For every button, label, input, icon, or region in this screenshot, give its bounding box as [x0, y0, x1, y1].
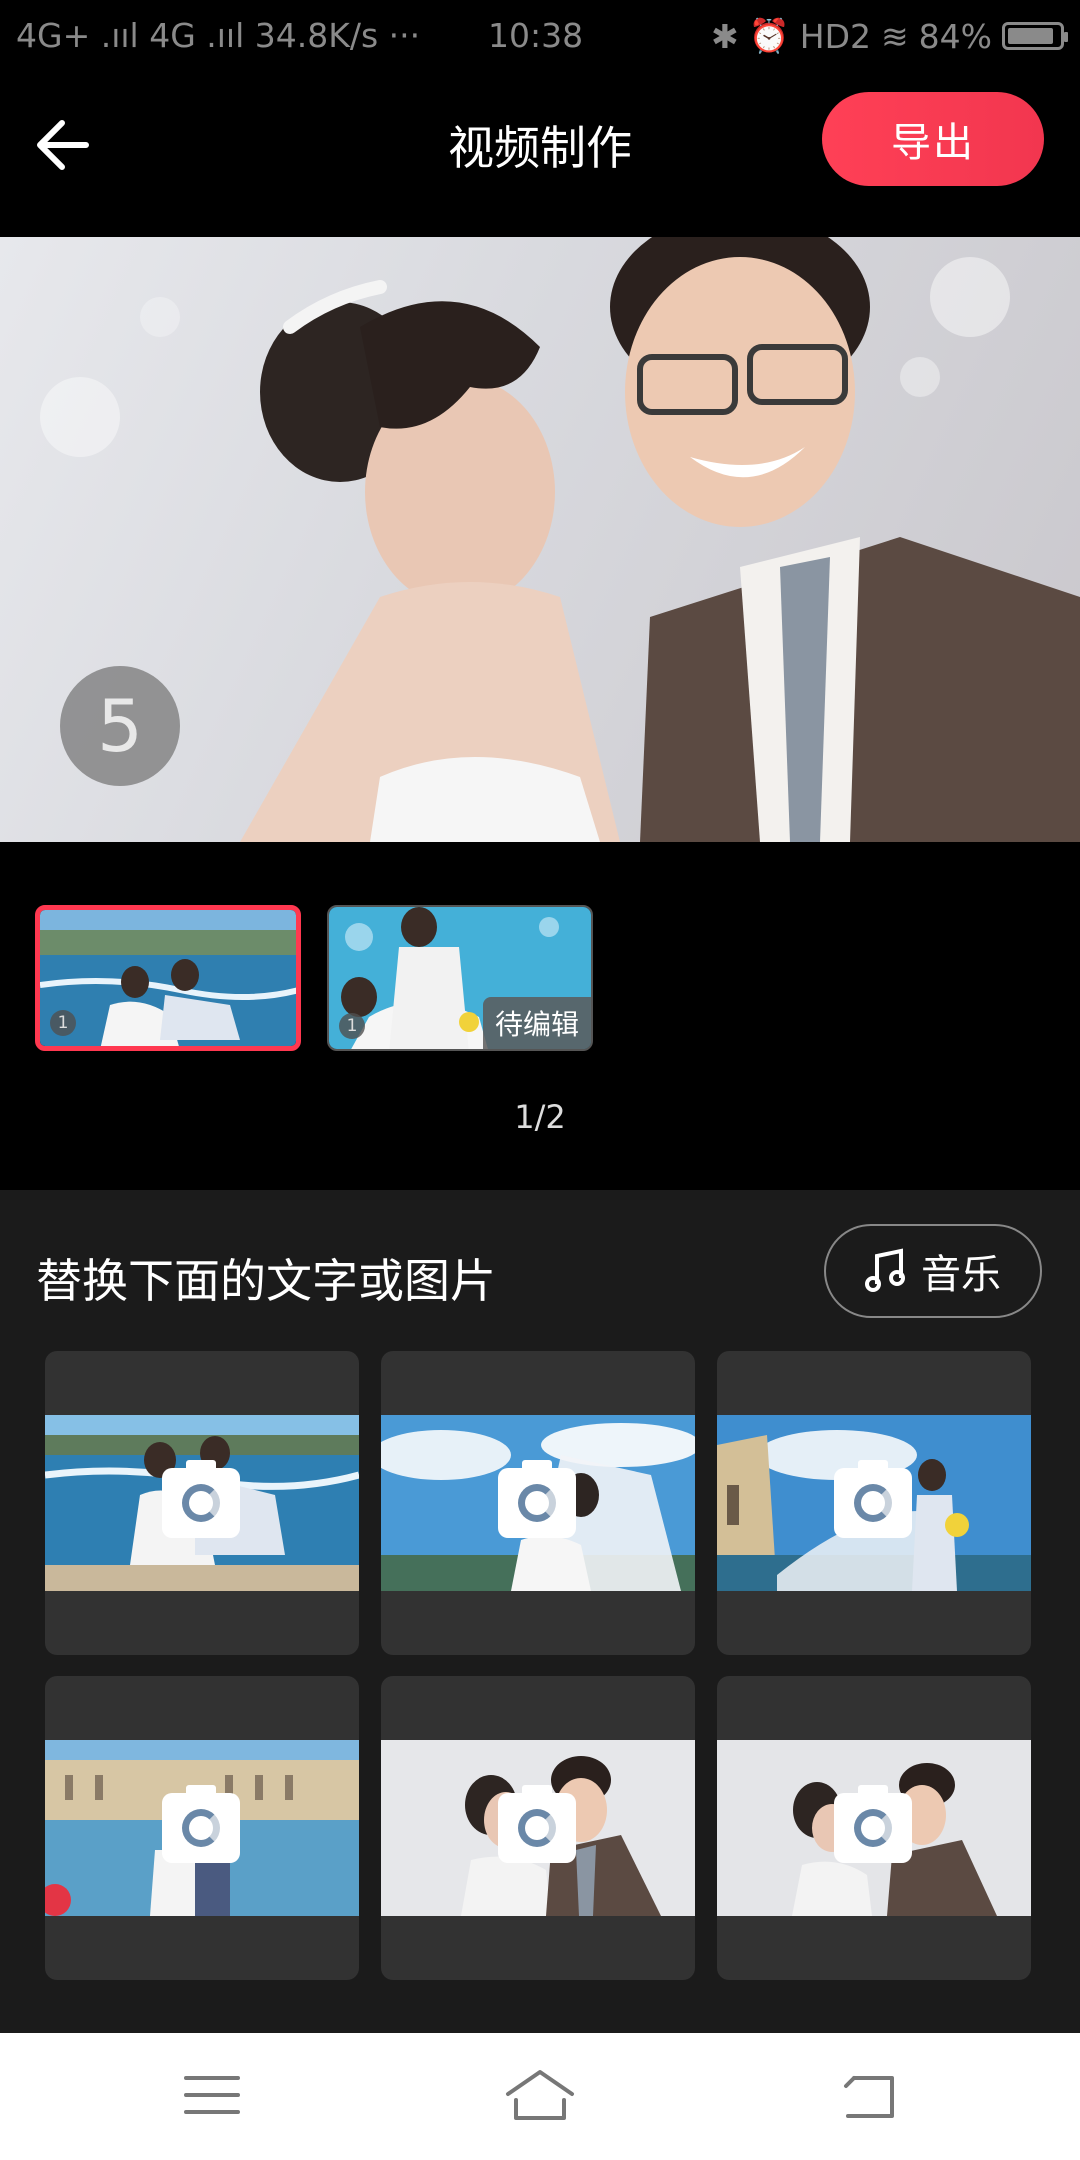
export-button[interactable]: 导出	[822, 92, 1044, 186]
hd-indicator: HD2	[799, 16, 871, 56]
camera-icon	[834, 1460, 912, 1538]
thumbnail-number: 1	[339, 1013, 365, 1039]
slide-counter: 5	[60, 666, 180, 786]
music-label: 音乐	[921, 1252, 1001, 1298]
status-indicators: ✱ ⏰ HD2 ≋ 84%	[711, 16, 1068, 56]
camera-icon	[162, 1785, 240, 1863]
media-card-2[interactable]	[381, 1351, 695, 1655]
thumbnail-2[interactable]: 1 待编辑	[327, 905, 593, 1051]
media-card-1[interactable]	[45, 1351, 359, 1655]
wifi-icon: ≋	[880, 16, 909, 56]
camera-icon	[834, 1785, 912, 1863]
media-card-5[interactable]	[381, 1676, 695, 1980]
menu-icon[interactable]	[172, 2060, 252, 2130]
battery-level: 84%	[918, 16, 992, 56]
media-card-6[interactable]	[717, 1676, 1031, 1980]
battery-icon	[1002, 22, 1068, 50]
music-button[interactable]: 音乐	[824, 1224, 1042, 1318]
camera-icon	[498, 1460, 576, 1538]
camera-icon	[498, 1785, 576, 1863]
pending-edit-badge: 待编辑	[482, 997, 591, 1049]
music-note-icon	[865, 1248, 905, 1292]
thumbnail-number: 1	[50, 1010, 76, 1036]
home-icon[interactable]	[500, 2060, 580, 2130]
alarm-icon: ⏰	[748, 16, 790, 55]
back-icon[interactable]	[828, 2060, 908, 2130]
panel-title: 替换下面的文字或图片	[36, 1254, 496, 1308]
page-indicator: 1/2	[514, 1098, 566, 1136]
bluetooth-icon: ✱	[711, 16, 739, 56]
clock: 10:38	[488, 16, 584, 55]
camera-icon	[162, 1460, 240, 1538]
media-card-3[interactable]	[717, 1351, 1031, 1655]
status-bar: 4G+ .ııl 4G .ııl 34.8K/s ··· 10:38 ✱ ⏰ H…	[0, 0, 1080, 72]
media-card-4[interactable]	[45, 1676, 359, 1980]
network-status: 4G+ .ııl 4G .ııl 34.8K/s ···	[16, 16, 421, 55]
thumbnail-1[interactable]: 1	[35, 905, 301, 1051]
